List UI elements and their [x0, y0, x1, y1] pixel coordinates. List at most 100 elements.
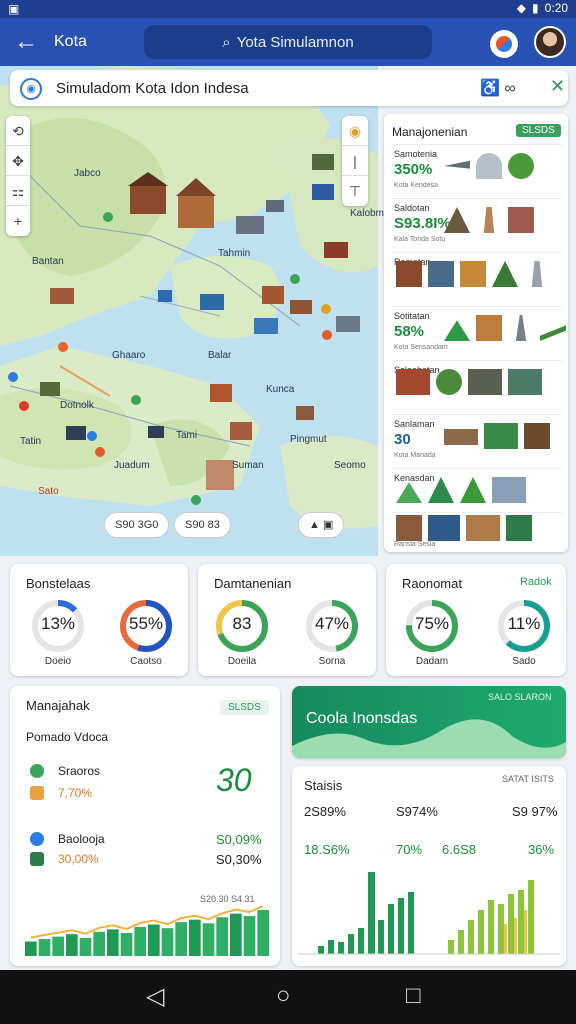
list-item[interactable]: Ramatan	[392, 252, 562, 304]
panel-title: Manajonenian	[392, 125, 468, 139]
close-icon[interactable]: ✕	[550, 76, 565, 97]
management-panel: Manajonenian SLSDS Samotenia 350% Kota K…	[384, 114, 568, 552]
management-card[interactable]: Manajahak SLSDS Pomado Vdoca Sraoros 7,7…	[10, 686, 280, 966]
search-bar[interactable]: ⌕ Yota Simulamnon	[144, 25, 432, 59]
map-label: Balar	[208, 350, 232, 361]
bar	[230, 913, 242, 956]
plane-icon	[444, 160, 470, 169]
search-text: Yota Simulamnon	[236, 33, 354, 51]
banner-card[interactable]: Coola Inonsdas SALO SLARON	[292, 686, 566, 758]
stat-value: 6.6S8	[442, 842, 476, 857]
stat-card[interactable]: Damtanenian 83 Doeila 47% Sorna	[198, 564, 376, 676]
tree-icon	[460, 477, 486, 503]
card-badge: SLSDS	[220, 700, 269, 715]
home-icon[interactable]: ○	[276, 982, 291, 1010]
stat-value: 36%	[528, 842, 555, 857]
list-item[interactable]: Sanlaman 30 Kota Manada	[392, 414, 562, 466]
pin-icon[interactable]: ◉	[342, 116, 368, 146]
search-icon: ⌕	[222, 33, 231, 51]
map-label: Bantan	[32, 256, 64, 267]
bar	[79, 937, 92, 956]
stats-bar-chart	[298, 872, 560, 955]
house-icon	[396, 515, 422, 541]
map-label: Suman	[232, 460, 264, 471]
back-arrow-icon[interactable]: ←	[14, 28, 38, 56]
measure-icon[interactable]: ⊤	[342, 176, 368, 206]
card-tag: SATAT ISITS	[502, 774, 554, 784]
map-label: Tatin	[20, 436, 42, 447]
list-item[interactable]: Samotenia 350% Kota Kendesa	[392, 144, 562, 196]
map-label: Pingmut	[290, 434, 327, 445]
donut-value: 55%	[128, 614, 164, 633]
tower-icon	[483, 207, 495, 233]
item-name: Sraoros	[58, 764, 101, 778]
donut-value: 11%	[507, 614, 541, 633]
card-title: Bonstelaas	[26, 576, 91, 591]
list-item[interactable]: Saloobatan	[392, 360, 562, 412]
house-icon	[396, 369, 430, 395]
list-item[interactable]: Saldotan S93.8I% Kala Tonda Sotu	[392, 198, 562, 250]
tower-icon	[531, 261, 543, 287]
park-icon	[396, 482, 422, 503]
item-sub: Ransla Sesla	[394, 541, 436, 548]
tree-icon	[436, 369, 462, 395]
banner-title: Coola Inonsdas	[306, 710, 418, 727]
hut-icon	[524, 423, 550, 449]
map-label: Dotnolk	[60, 400, 94, 411]
zoom-in-button[interactable]: +	[6, 206, 30, 236]
status-dot-icon	[30, 764, 44, 778]
map-filter-pill[interactable]: ▲ ▣	[298, 512, 345, 538]
ruler-icon[interactable]: |	[342, 146, 368, 176]
compass-icon[interactable]	[490, 30, 518, 58]
house-icon	[506, 515, 532, 541]
donut-value: 83	[232, 614, 252, 633]
monument-icon	[515, 315, 527, 341]
card-subtitle: Pomado Vdoca	[26, 730, 109, 744]
stadium-icon	[484, 423, 518, 449]
avatar[interactable]	[534, 26, 566, 58]
bar	[216, 917, 228, 956]
list-item[interactable]: Ransla Sesla	[392, 512, 562, 550]
stats-card[interactable]: Staisis SATAT ISITS 2S89% S974% S9 97% 1…	[292, 766, 566, 966]
map-label: Tami	[176, 430, 198, 441]
map-filter-pill[interactable]: S90 83	[174, 512, 231, 538]
church-icon	[508, 207, 534, 233]
map-label: Kalobm	[350, 208, 384, 219]
layers-icon[interactable]: ⚏	[6, 176, 30, 206]
factory-icon	[428, 515, 460, 541]
rotate-icon[interactable]: ⟲	[6, 116, 30, 146]
city-map[interactable]	[0, 66, 378, 556]
map-label: Sato	[38, 486, 59, 497]
bar-chart	[25, 906, 269, 956]
stat-card[interactable]: Raonomat Radok 75% Dadam 11% Sado	[386, 564, 566, 676]
map-label: Juadum	[114, 460, 150, 471]
bar	[107, 929, 119, 956]
mosque-icon	[476, 153, 502, 179]
battery-icon: ▮	[532, 1, 539, 15]
map-title: Simuladom Kota Idon Indesa	[56, 80, 249, 97]
pan-icon[interactable]: ✥	[6, 146, 30, 176]
map-filter-pill[interactable]: S90 3G0	[104, 512, 170, 538]
back-icon[interactable]: ◁	[146, 982, 164, 1011]
bar	[66, 934, 78, 956]
map-controls: ⟲ ✥ ⚏ +	[6, 116, 30, 236]
item-label: Saldotan	[394, 203, 430, 213]
accessibility-icon[interactable]: ♿ ∞	[480, 78, 516, 98]
donut-label: Sado	[512, 656, 536, 667]
stat-card[interactable]: Bonstelaas 13% Doeio 55% Caotso	[10, 564, 188, 676]
bar	[175, 922, 187, 956]
temple-icon	[444, 207, 470, 233]
bar	[38, 939, 51, 956]
recents-icon[interactable]: □	[406, 982, 421, 1010]
bar	[52, 936, 64, 956]
map-label: Seomo	[334, 460, 366, 471]
donut-label: Doeila	[227, 656, 257, 667]
map-header: ◉ Simuladom Kota Idon Indesa ♿ ∞ ✕	[10, 70, 568, 106]
panel-badge: SLSDS	[516, 124, 561, 137]
app-bar: ← Kota ⌕ Yota Simulamnon	[0, 18, 576, 66]
list-item[interactable]: Sotitatan 58% Kota Sensandam	[392, 306, 566, 358]
donut-label: Dadam	[415, 656, 449, 667]
map-label: Jabco	[74, 168, 101, 179]
grass-icon	[540, 325, 566, 341]
item-sub: Kota Sensandam	[394, 344, 448, 351]
